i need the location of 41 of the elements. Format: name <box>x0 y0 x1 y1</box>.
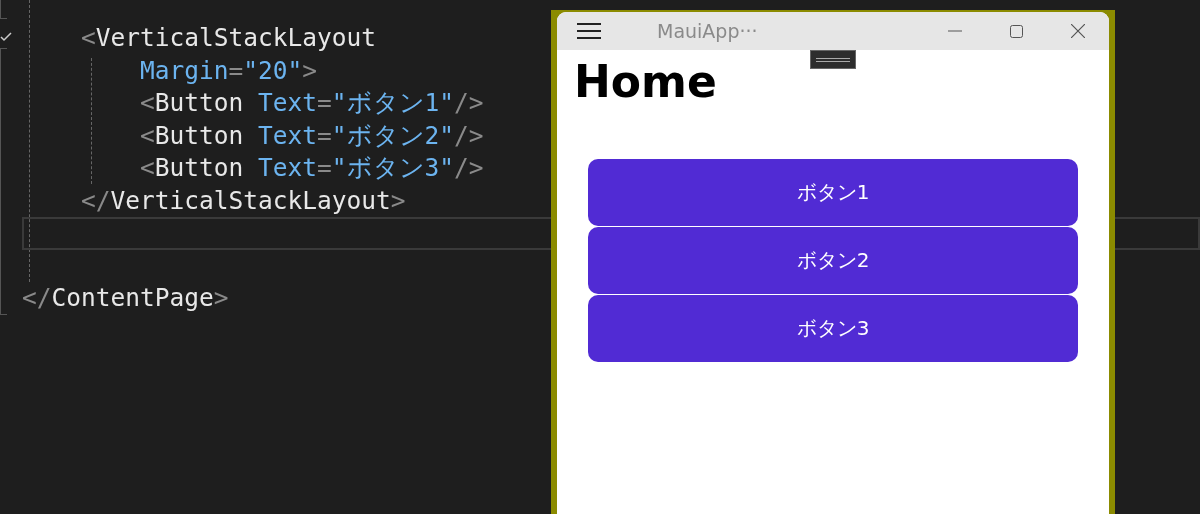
code-token: < <box>139 120 155 150</box>
toolbar-handle[interactable] <box>810 50 856 69</box>
code-token: /> <box>454 120 484 150</box>
code-token: = <box>317 153 332 182</box>
code-token: > <box>213 283 229 312</box>
code-token: Button <box>154 120 244 150</box>
code-token: VerticalStackLayout <box>95 23 377 52</box>
code-token: > <box>302 55 318 85</box>
code-token: "20" <box>243 55 303 85</box>
code-token: </ <box>80 185 111 215</box>
code-token: < <box>139 153 155 182</box>
code-token: "ボタン1" <box>331 88 455 117</box>
code-token: /> <box>454 153 484 182</box>
code-token: Text <box>257 120 318 150</box>
app-button[interactable]: ボタン2 <box>588 227 1078 294</box>
close-icon[interactable] <box>1071 24 1085 38</box>
code-token: = <box>317 88 332 117</box>
code-token: Text <box>257 153 318 182</box>
code-token: /> <box>454 88 484 117</box>
code-token: = <box>317 120 332 150</box>
code-token: > <box>390 185 406 215</box>
app-button[interactable]: ボタン1 <box>588 159 1078 226</box>
code-token: Text <box>257 88 318 117</box>
check-icon <box>0 32 12 42</box>
window-title: MauiApp··· <box>657 20 758 42</box>
code-token: Margin <box>139 55 229 85</box>
code-token: Button <box>154 153 244 182</box>
code-token: ContentPage <box>51 283 214 312</box>
menu-icon[interactable] <box>577 22 601 40</box>
code-token: = <box>228 55 244 85</box>
code-token: Button <box>154 88 244 117</box>
code-token: "ボタン3" <box>331 153 455 182</box>
code-token: "ボタン2" <box>331 120 455 150</box>
code-token: </ <box>22 283 52 312</box>
code-token: < <box>139 88 155 117</box>
outline-bar <box>0 0 7 19</box>
app-button[interactable]: ボタン3 <box>588 295 1078 362</box>
page-title: Home <box>574 56 717 108</box>
code-token: VerticalStackLayout <box>110 185 391 215</box>
code-token: < <box>80 23 96 52</box>
maximize-icon[interactable] <box>1010 24 1023 38</box>
